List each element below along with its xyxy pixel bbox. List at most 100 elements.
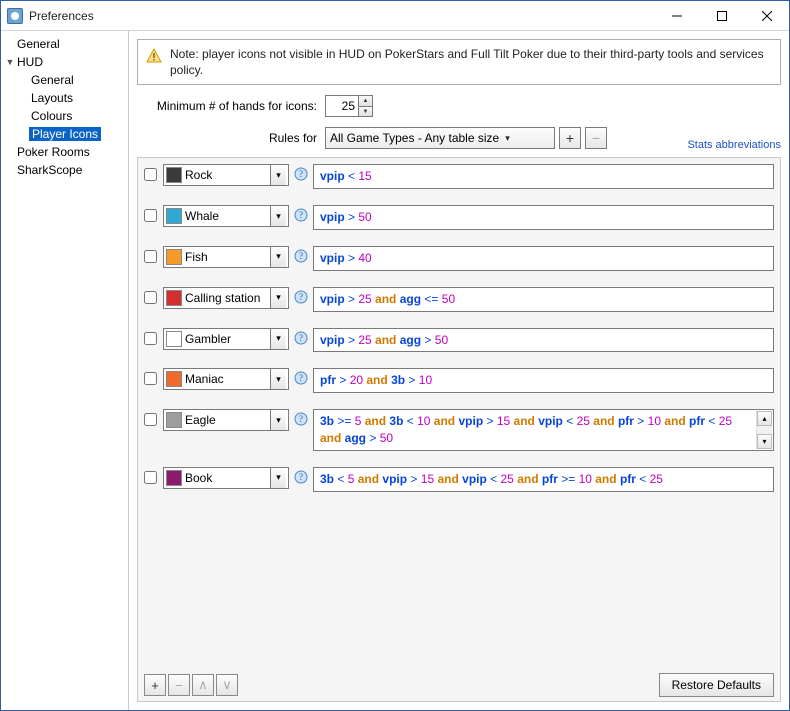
rule-enable-checkbox[interactable]: [144, 332, 157, 345]
rule-name-label: Calling station: [185, 291, 268, 305]
chevron-down-icon[interactable]: ▾: [270, 410, 286, 430]
rule-move-down-button[interactable]: ∨: [216, 674, 238, 696]
rule-add-button[interactable]: +: [144, 674, 166, 696]
svg-text:?: ?: [299, 373, 303, 383]
rule-enable-checkbox[interactable]: [144, 250, 157, 263]
spinner-up-icon[interactable]: ▲: [359, 96, 372, 107]
rule-enable-checkbox[interactable]: [144, 291, 157, 304]
rule-icon: [166, 249, 182, 265]
rules-for-row: Rules for All Game Types - Any table siz…: [137, 125, 781, 151]
min-hands-label: Minimum # of hands for icons:: [137, 99, 317, 113]
rule-icon: [166, 371, 182, 387]
rules-panel-toolbar: + − ∧ ∨ Restore Defaults: [144, 669, 774, 701]
chevron-down-icon[interactable]: ▾: [270, 165, 286, 185]
nav-item-label: Poker Rooms: [15, 145, 92, 159]
chevron-down-icon[interactable]: ▾: [270, 369, 286, 389]
nav-item-label: SharkScope: [15, 163, 84, 177]
rule-row: Calling station▾? vpip > 25 and agg <= 50: [144, 287, 774, 312]
chevron-down-icon[interactable]: ▾: [270, 206, 286, 226]
rule-row: Whale▾? vpip > 50: [144, 205, 774, 230]
rules-for-combo[interactable]: All Game Types - Any table size ▾: [325, 127, 555, 149]
scroll-up-icon[interactable]: ▴: [757, 411, 772, 426]
help-icon[interactable]: ?: [294, 208, 308, 222]
rule-name-label: Fish: [185, 250, 268, 264]
rule-expression-input[interactable]: vpip < 15: [313, 164, 774, 189]
rule-name-combo[interactable]: Calling station▾: [163, 287, 289, 309]
svg-text:?: ?: [299, 169, 303, 179]
rule-row: Fish▾? vpip > 40: [144, 246, 774, 271]
info-note-text: Note: player icons not visible in HUD on…: [170, 46, 772, 78]
chevron-down-icon[interactable]: ▾: [270, 468, 286, 488]
nav-item-label: Layouts: [29, 91, 75, 105]
rules-for-remove-button[interactable]: −: [585, 127, 607, 149]
rule-name-combo[interactable]: Whale▾: [163, 205, 289, 227]
rule-expression-input[interactable]: vpip > 25 and agg > 50: [313, 328, 774, 353]
rule-expression-input[interactable]: vpip > 50: [313, 205, 774, 230]
min-hands-input[interactable]: [326, 96, 358, 116]
rule-name-combo[interactable]: Gambler▾: [163, 328, 289, 350]
rule-name-combo[interactable]: Maniac▾: [163, 368, 289, 390]
rule-move-up-button[interactable]: ∧: [192, 674, 214, 696]
nav-item-label: Colours: [29, 109, 74, 123]
rules-for-label: Rules for: [137, 131, 317, 145]
help-icon[interactable]: ?: [294, 371, 308, 385]
window-title: Preferences: [29, 9, 94, 23]
stats-abbreviations-link[interactable]: Stats abbreviations: [687, 125, 781, 151]
tree-arrow-icon: ▼: [5, 57, 15, 67]
nav-item-player-icons[interactable]: Player Icons: [1, 125, 128, 143]
rule-enable-checkbox[interactable]: [144, 413, 157, 426]
rule-enable-checkbox[interactable]: [144, 372, 157, 385]
rule-expression-input[interactable]: pfr > 20 and 3b > 10: [313, 368, 774, 393]
nav-item-layouts[interactable]: Layouts: [1, 89, 128, 107]
help-icon[interactable]: ?: [294, 412, 308, 426]
nav-item-label: HUD: [15, 55, 45, 69]
nav-item-sharkscope[interactable]: SharkScope: [1, 161, 128, 179]
rule-expression-input[interactable]: vpip > 40: [313, 246, 774, 271]
rule-expression-input[interactable]: 3b < 5 and vpip > 15 and vpip < 25 and p…: [313, 467, 774, 492]
rule-name-label: Eagle: [185, 413, 268, 427]
help-icon[interactable]: ?: [294, 331, 308, 345]
chevron-down-icon[interactable]: ▾: [270, 247, 286, 267]
nav-item-colours[interactable]: Colours: [1, 107, 128, 125]
rule-enable-checkbox[interactable]: [144, 471, 157, 484]
min-hands-spinner[interactable]: ▲ ▼: [325, 95, 373, 117]
scroll-down-icon[interactable]: ▾: [757, 434, 772, 449]
help-icon[interactable]: ?: [294, 290, 308, 304]
help-icon[interactable]: ?: [294, 470, 308, 484]
nav-item-label: Player Icons: [29, 127, 101, 141]
window-minimize-button[interactable]: [654, 1, 699, 30]
rules-for-add-button[interactable]: +: [559, 127, 581, 149]
rule-expression-input[interactable]: vpip > 25 and agg <= 50: [313, 287, 774, 312]
rule-enable-checkbox[interactable]: [144, 209, 157, 222]
rule-row: Gambler▾? vpip > 25 and agg > 50: [144, 328, 774, 353]
expression-scrollbar[interactable]: ▴▾: [756, 411, 772, 449]
main-panel: Note: player icons not visible in HUD on…: [129, 31, 789, 710]
svg-text:?: ?: [299, 414, 303, 424]
help-icon[interactable]: ?: [294, 249, 308, 263]
window-close-button[interactable]: [744, 1, 789, 30]
nav-item-hud[interactable]: ▼HUD: [1, 53, 128, 71]
rule-name-combo[interactable]: Book▾: [163, 467, 289, 489]
svg-text:?: ?: [299, 333, 303, 343]
rules-list: Rock▾?vpip < 15Whale▾?vpip > 50Fish▾?vpi…: [144, 164, 774, 669]
spinner-down-icon[interactable]: ▼: [359, 107, 372, 117]
nav-item-general[interactable]: General: [1, 35, 128, 53]
info-note: Note: player icons not visible in HUD on…: [137, 39, 781, 85]
help-icon[interactable]: ?: [294, 167, 308, 181]
rule-expression-input[interactable]: 3b >= 5 and 3b < 10 and vpip > 15 and vp…: [313, 409, 774, 451]
rule-enable-checkbox[interactable]: [144, 168, 157, 181]
rules-panel: Rock▾?vpip < 15Whale▾?vpip > 50Fish▾?vpi…: [137, 157, 781, 702]
nav-item-poker-rooms[interactable]: Poker Rooms: [1, 143, 128, 161]
rule-name-combo[interactable]: Fish▾: [163, 246, 289, 268]
rule-icon: [166, 290, 182, 306]
rule-remove-button[interactable]: −: [168, 674, 190, 696]
rule-row: Maniac▾? pfr > 20 and 3b > 10: [144, 368, 774, 393]
chevron-down-icon[interactable]: ▾: [270, 329, 286, 349]
rule-name-combo[interactable]: Eagle▾: [163, 409, 289, 431]
window-maximize-button[interactable]: [699, 1, 744, 30]
svg-text:?: ?: [299, 292, 303, 302]
chevron-down-icon[interactable]: ▾: [270, 288, 286, 308]
nav-item-general[interactable]: General: [1, 71, 128, 89]
restore-defaults-button[interactable]: Restore Defaults: [659, 673, 774, 697]
rule-name-combo[interactable]: Rock▾: [163, 164, 289, 186]
